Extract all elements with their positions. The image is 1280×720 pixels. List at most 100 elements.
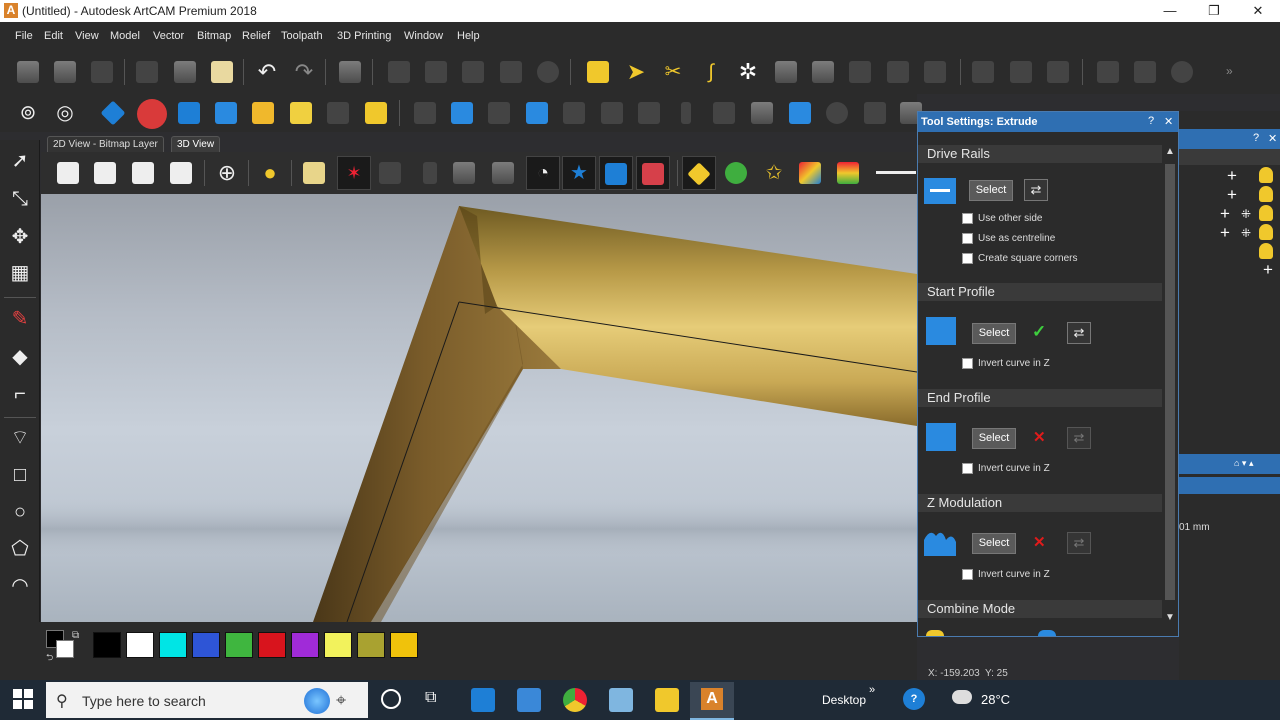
right-panel-help-icon[interactable]: ? — [1253, 132, 1259, 144]
relief-stack-icon[interactable] — [924, 61, 946, 83]
shape-tool-icon[interactable] — [725, 162, 747, 184]
relief-op-6-icon[interactable] — [601, 102, 623, 124]
relief-op-5-icon[interactable] — [563, 102, 585, 124]
menu-bitmap[interactable]: Bitmap — [197, 30, 231, 42]
taskbar-search-box[interactable]: ⚲ Type here to search ⌖ — [46, 682, 368, 718]
start-profile-select-button[interactable]: Select — [972, 323, 1016, 344]
use-other-side-checkbox[interactable] — [962, 213, 973, 224]
arrow-vector-icon[interactable]: ➤ — [623, 59, 649, 85]
weave-icon[interactable] — [252, 102, 274, 124]
palette-swatch[interactable] — [192, 632, 220, 658]
relief-op-11-icon[interactable] — [789, 102, 811, 124]
palette-swatch[interactable] — [258, 632, 286, 658]
transform-grid-icon[interactable]: ▦ — [7, 260, 33, 286]
add-layer-icon[interactable]: + — [1227, 167, 1237, 185]
layers-icon[interactable] — [812, 61, 834, 83]
drive-rails-select-button[interactable]: Select — [969, 180, 1013, 201]
clock-view-icon[interactable]: ◔ — [526, 156, 560, 190]
redo-icon[interactable]: ↷ — [291, 59, 317, 85]
palette-swatch[interactable] — [357, 632, 385, 658]
copy-relief-icon[interactable] — [887, 61, 909, 83]
wave-icon[interactable] — [1047, 61, 1069, 83]
store-icon[interactable] — [517, 688, 541, 712]
notes-icon[interactable] — [339, 61, 361, 83]
texture-relief-icon[interactable] — [327, 102, 349, 124]
paste-icon[interactable] — [211, 61, 233, 83]
select-arrow-icon[interactable]: ➚ — [7, 148, 33, 174]
panel-scroll-thumb[interactable] — [1165, 164, 1175, 600]
task-view-icon[interactable]: ⧉ — [425, 689, 436, 707]
vector-tool-icon[interactable] — [500, 61, 522, 83]
drive-rails-swap-button[interactable]: ⇄ — [1024, 179, 1048, 201]
sphere-view-icon[interactable]: ◎ — [52, 100, 78, 126]
minimize-button[interactable]: — — [1148, 0, 1192, 22]
slope-icon[interactable] — [492, 162, 514, 184]
paint-bucket-icon[interactable]: ⌐ — [7, 381, 33, 407]
bulb-icon[interactable] — [1259, 243, 1273, 259]
chrome-icon[interactable] — [563, 688, 587, 712]
end-profile-select-button[interactable]: Select — [972, 428, 1016, 449]
notepad-icon[interactable] — [609, 688, 633, 712]
windows-start-icon[interactable] — [13, 689, 33, 709]
right-panel-close-icon[interactable]: ✕ — [1268, 132, 1277, 145]
palette-swatch[interactable] — [291, 632, 319, 658]
relief-op-7-icon[interactable] — [638, 102, 660, 124]
end-profile-swap-button[interactable]: ⇄ — [1067, 427, 1091, 449]
scroll-down-icon[interactable]: ▼ — [1165, 612, 1175, 623]
color-stack-icon[interactable] — [837, 162, 859, 184]
help-tray-icon[interactable]: ? — [903, 688, 925, 710]
circle-icon[interactable]: ○ — [7, 499, 33, 525]
menu-file[interactable]: File — [15, 30, 33, 42]
swap-colors-icon[interactable]: ⧉ — [72, 630, 79, 641]
undo-icon[interactable]: ↶ — [254, 59, 280, 85]
paint-brush-icon[interactable]: ✎ — [7, 306, 33, 332]
blend-relief-icon[interactable] — [178, 102, 200, 124]
bitmap-relief-icon[interactable] — [290, 102, 312, 124]
relief-op-3-icon[interactable] — [488, 102, 510, 124]
combine-add-icon[interactable] — [926, 630, 944, 636]
cylinder-icon[interactable] — [423, 162, 437, 184]
relief-op-1-icon[interactable] — [414, 102, 436, 124]
desktop-toolbar-label[interactable]: Desktop — [822, 693, 866, 707]
add-layer-icon[interactable]: + — [1227, 186, 1237, 204]
menu-help[interactable]: Help — [457, 30, 480, 42]
gold-material-icon[interactable] — [682, 156, 716, 190]
layers-blue-icon[interactable] — [599, 156, 633, 190]
grid-dots-icon[interactable]: ⁜ — [1241, 226, 1251, 240]
star-shape-icon[interactable]: ✲ — [735, 59, 761, 85]
palette-swatch[interactable] — [93, 632, 121, 658]
menu-toolpath[interactable]: Toolpath — [281, 30, 323, 42]
curve-vector-icon[interactable]: ∫ — [698, 59, 724, 85]
bulb-icon[interactable] — [1259, 186, 1273, 202]
cortana-icon[interactable] — [381, 689, 401, 709]
z-modulation-select-button[interactable]: Select — [972, 533, 1016, 554]
shape-editor-blue-icon[interactable] — [100, 100, 126, 126]
toolpath-icon[interactable] — [1097, 61, 1119, 83]
mail-icon[interactable] — [471, 688, 495, 712]
3d-text-icon[interactable] — [137, 99, 167, 129]
add-layer-icon[interactable]: + — [1220, 224, 1230, 242]
tab-3d-view[interactable]: 3D View — [171, 136, 221, 152]
palette-swatch[interactable] — [225, 632, 253, 658]
star-search-icon[interactable]: ✩ — [761, 159, 787, 187]
material-icon[interactable] — [1171, 61, 1193, 83]
relief-display-icon[interactable] — [303, 162, 325, 184]
combine-subtract-icon[interactable] — [1038, 630, 1056, 636]
relief-op-10-icon[interactable] — [751, 102, 773, 124]
zoom-in-icon[interactable]: ⊕ — [213, 159, 241, 187]
grid-dots-icon[interactable]: ⁜ — [1241, 207, 1251, 221]
close-window-button[interactable]: ✕ — [1236, 0, 1280, 22]
rectangle-icon[interactable]: □ — [7, 462, 33, 488]
simulation-icon[interactable] — [1134, 61, 1156, 83]
menu-relief[interactable]: Relief — [242, 30, 270, 42]
arc-icon[interactable]: ◠ — [7, 573, 33, 599]
save-file-icon[interactable] — [91, 61, 113, 83]
add-layer-icon[interactable]: + — [1220, 205, 1230, 223]
polyline-icon[interactable]: ⌔ — [7, 425, 33, 451]
scroll-up-icon[interactable]: ▲ — [1165, 146, 1175, 157]
palette-swatch[interactable] — [390, 632, 418, 658]
polygon-icon[interactable]: ⬠ — [7, 536, 33, 562]
relief-op-2-icon[interactable] — [451, 102, 473, 124]
start-invert-checkbox[interactable] — [962, 358, 973, 369]
node-edit-icon[interactable]: ⤡ — [7, 186, 33, 212]
